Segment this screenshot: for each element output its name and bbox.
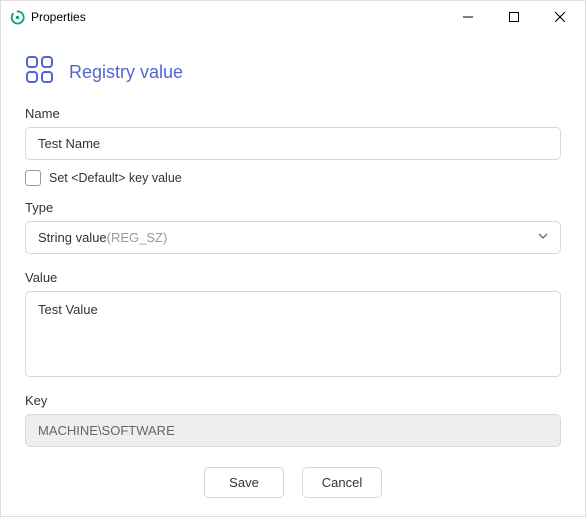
app-icon [9, 9, 25, 25]
window-title: Properties [31, 10, 86, 24]
save-button[interactable]: Save [204, 467, 284, 498]
name-input[interactable] [25, 127, 561, 160]
minimize-button[interactable] [445, 2, 491, 32]
maximize-button[interactable] [491, 2, 537, 32]
value-textarea[interactable] [25, 291, 561, 377]
page-header: Registry value [25, 55, 561, 90]
dialog-buttons: Save Cancel [25, 447, 561, 498]
titlebar: Properties [1, 1, 585, 33]
set-default-label: Set <Default> key value [49, 171, 182, 185]
key-label: Key [25, 393, 561, 408]
key-input [25, 414, 561, 447]
set-default-checkbox[interactable] [25, 170, 41, 186]
close-button[interactable] [537, 2, 583, 32]
name-label: Name [25, 106, 561, 121]
cancel-button[interactable]: Cancel [302, 467, 382, 498]
type-label: Type [25, 200, 561, 215]
type-select[interactable]: String value (REG_SZ) [25, 221, 561, 254]
value-label: Value [25, 270, 561, 285]
set-default-row[interactable]: Set <Default> key value [25, 170, 561, 186]
type-hint: (REG_SZ) [107, 230, 168, 245]
page-title: Registry value [69, 62, 183, 83]
content-area: Registry value Name Set <Default> key va… [1, 33, 585, 516]
type-value: String value [38, 230, 107, 245]
registry-groups-icon [25, 55, 55, 90]
